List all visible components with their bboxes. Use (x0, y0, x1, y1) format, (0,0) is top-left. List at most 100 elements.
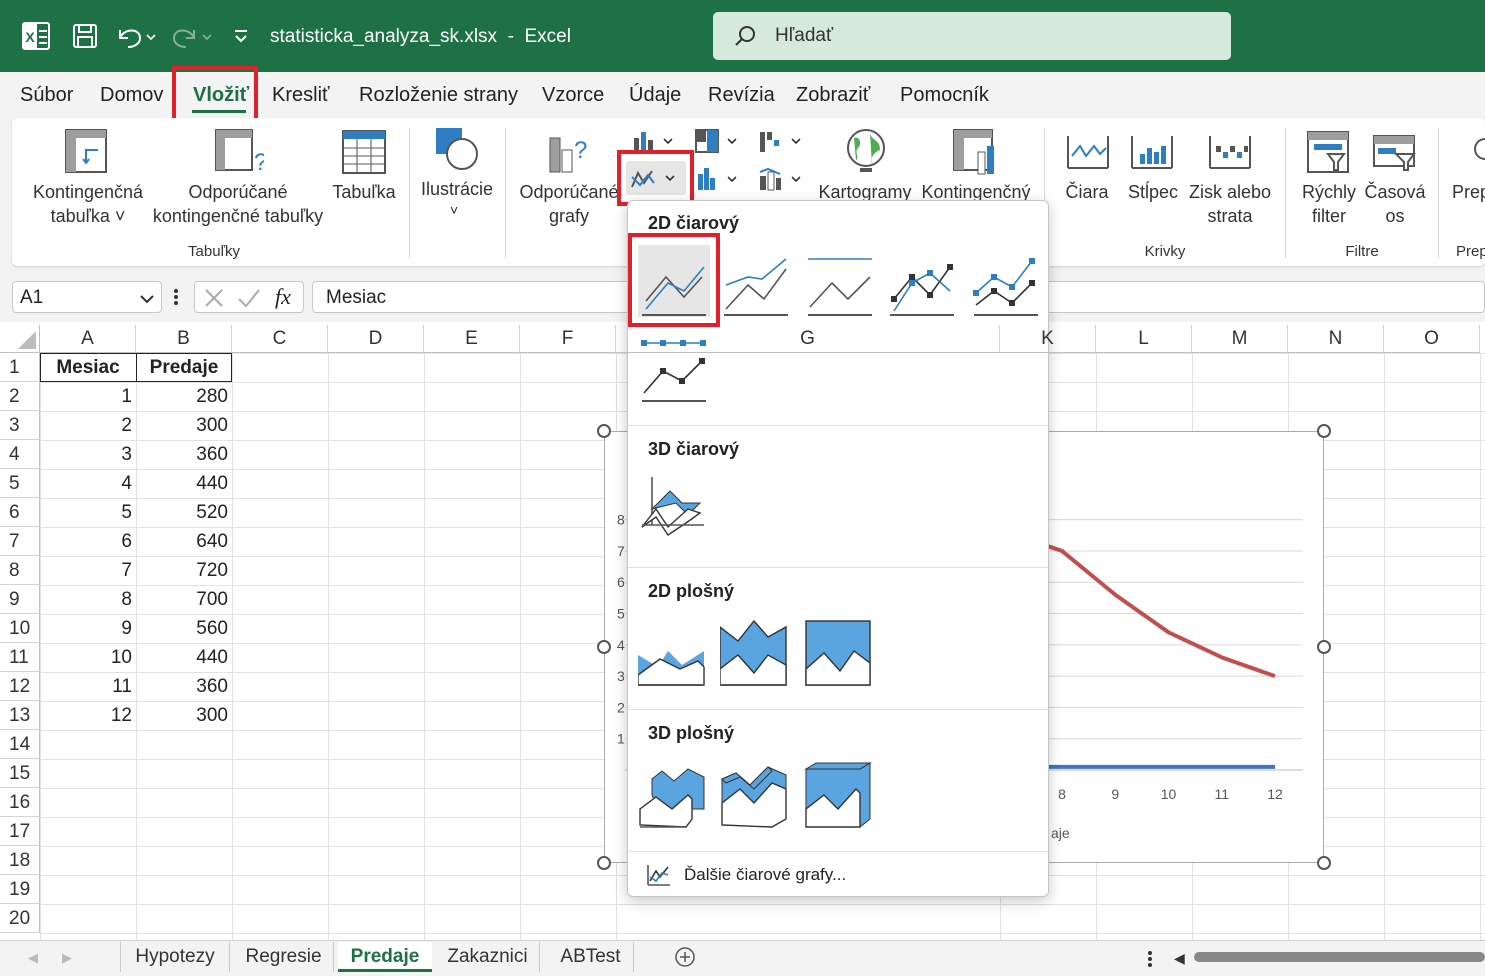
menu-page-layout[interactable]: Rozloženie strany (359, 84, 518, 107)
row-header-5[interactable]: 5 (0, 469, 40, 498)
row-header-16[interactable]: 16 (0, 788, 40, 817)
pivot-table-label-2[interactable]: tabuľka ˅ (26, 204, 150, 228)
statistic-chart-button[interactable] (696, 166, 740, 192)
sparkline-winloss-icon[interactable] (1208, 134, 1252, 170)
table-cell[interactable]: 300 (136, 411, 232, 440)
sparkline-winloss-label-2[interactable]: strata (1186, 204, 1274, 228)
recommended-pivot-icon[interactable]: ? (214, 128, 267, 176)
recommended-charts-label-1[interactable]: Odporúčané (514, 180, 624, 204)
menu-formulas[interactable]: Vzorce (542, 84, 604, 107)
column-header-l[interactable]: L (1096, 325, 1192, 353)
table-cell[interactable]: 8 (40, 585, 136, 614)
column-header-g[interactable]: G (616, 325, 1000, 353)
sparkline-column-label[interactable]: Stĺpec (1120, 180, 1186, 204)
select-all-button[interactable] (0, 325, 40, 353)
table-cell[interactable]: 700 (136, 585, 232, 614)
row-header-18[interactable]: 18 (0, 846, 40, 875)
more-line-charts-item[interactable]: Ďalšie čiarové grafy... (628, 853, 1048, 895)
row-header-6[interactable]: 6 (0, 498, 40, 527)
chart-resize-handle[interactable] (597, 856, 611, 870)
row-header-14[interactable]: 14 (0, 730, 40, 759)
name-box[interactable]: A1 (12, 281, 162, 313)
recommended-pivot-label-1[interactable]: Odporúčané (150, 180, 326, 204)
sparkline-line-label[interactable]: Čiara (1056, 180, 1118, 204)
table-cell[interactable]: 9 (40, 614, 136, 643)
maps-icon[interactable] (844, 128, 888, 176)
link-icon[interactable] (1470, 134, 1485, 164)
chart-resize-handle[interactable] (597, 640, 611, 654)
column-header-a[interactable]: A (40, 325, 136, 353)
row-header-1[interactable]: 1 (0, 353, 40, 382)
chart-option-line-markers[interactable] (886, 245, 958, 317)
slicer-icon[interactable] (1306, 130, 1352, 176)
pivot-chart-icon[interactable] (952, 128, 1000, 176)
insert-function-icon[interactable]: fx (275, 284, 291, 310)
menu-draw[interactable]: Kresliť (272, 84, 330, 107)
table-cell[interactable]: 11 (40, 672, 136, 701)
chart-option-3d-line[interactable] (638, 473, 710, 545)
menu-home[interactable]: Domov (100, 84, 163, 107)
cancel-icon[interactable] (203, 287, 225, 314)
pivot-table-icon[interactable] (64, 128, 110, 174)
timeline-label-1[interactable]: Časová (1362, 180, 1428, 204)
chart-option-area[interactable] (637, 617, 710, 689)
row-header-2[interactable]: 2 (0, 382, 40, 411)
illustrations-label[interactable]: Ilustrácie (414, 177, 500, 201)
menu-review[interactable]: Revízia (708, 84, 775, 107)
menu-file[interactable]: Súbor (20, 84, 73, 107)
table-cell[interactable]: 280 (136, 382, 232, 411)
column-header-c[interactable]: C (232, 325, 328, 353)
undo-icon[interactable] (114, 22, 158, 50)
search-box[interactable]: Hľadať (713, 12, 1231, 60)
slicer-label-1[interactable]: Rýchly (1296, 180, 1362, 204)
header-cell[interactable]: Predaje (136, 353, 232, 382)
column-header-k[interactable]: K (1000, 325, 1096, 353)
row-header-17[interactable]: 17 (0, 817, 40, 846)
table-cell[interactable]: 4 (40, 469, 136, 498)
table-cell[interactable]: 5 (40, 498, 136, 527)
menu-data[interactable]: Údaje (629, 84, 681, 107)
row-header-19[interactable]: 19 (0, 875, 40, 904)
chart-option-100-stacked-area[interactable] (804, 617, 876, 689)
sheet-tab-regresie[interactable]: Regresie (234, 942, 334, 972)
table-cell[interactable]: 12 (40, 701, 136, 730)
recommended-charts-label-2[interactable]: grafy (514, 204, 624, 228)
row-header-11[interactable]: 11 (0, 643, 40, 672)
table-label[interactable]: Tabuľka (326, 180, 402, 204)
column-header-f[interactable]: F (520, 325, 616, 353)
scroll-right-icon[interactable]: ▶ (62, 950, 72, 966)
chart-option-3d-area[interactable] (638, 759, 710, 831)
row-header-13[interactable]: 13 (0, 701, 40, 730)
prep-label[interactable]: Prep (1452, 180, 1485, 204)
slicer-label-2[interactable]: filter (1296, 204, 1362, 228)
sparkline-line-icon[interactable] (1066, 134, 1110, 170)
table-cell[interactable]: 440 (136, 643, 232, 672)
illustrations-icon[interactable] (434, 126, 480, 172)
chart-option-stacked-line-markers[interactable] (970, 245, 1042, 317)
row-header-9[interactable]: 9 (0, 585, 40, 614)
row-header-7[interactable]: 7 (0, 527, 40, 556)
column-header-n[interactable]: N (1288, 325, 1384, 353)
table-cell[interactable]: 10 (40, 643, 136, 672)
sheet-tab-zakaznici[interactable]: Zakaznici (436, 942, 540, 972)
table-cell[interactable]: 440 (136, 469, 232, 498)
horizontal-scrollbar[interactable] (1194, 952, 1485, 962)
pivot-table-label-1[interactable]: Kontingenčná (26, 180, 150, 204)
row-header-12[interactable]: 12 (0, 672, 40, 701)
recommended-charts-icon[interactable]: ? (546, 128, 594, 174)
row-header-3[interactable]: 3 (0, 411, 40, 440)
pivot-chart-label[interactable]: Kontingenčný (918, 180, 1034, 200)
table-cell[interactable]: 360 (136, 672, 232, 701)
table-cell[interactable]: 3 (40, 440, 136, 469)
table-cell[interactable]: 1 (40, 382, 136, 411)
column-header-o[interactable]: O (1384, 325, 1480, 353)
chart-resize-handle[interactable] (1317, 424, 1331, 438)
table-cell[interactable]: 360 (136, 440, 232, 469)
table-cell[interactable]: 2 (40, 411, 136, 440)
redo-icon[interactable] (170, 22, 214, 50)
table-cell[interactable]: 6 (40, 527, 136, 556)
recommended-pivot-label-2[interactable]: kontingenčné tabuľky (150, 204, 326, 228)
chart-option-3d-100-stacked-area[interactable] (804, 759, 876, 831)
table-icon[interactable] (342, 130, 386, 174)
table-cell[interactable]: 7 (40, 556, 136, 585)
